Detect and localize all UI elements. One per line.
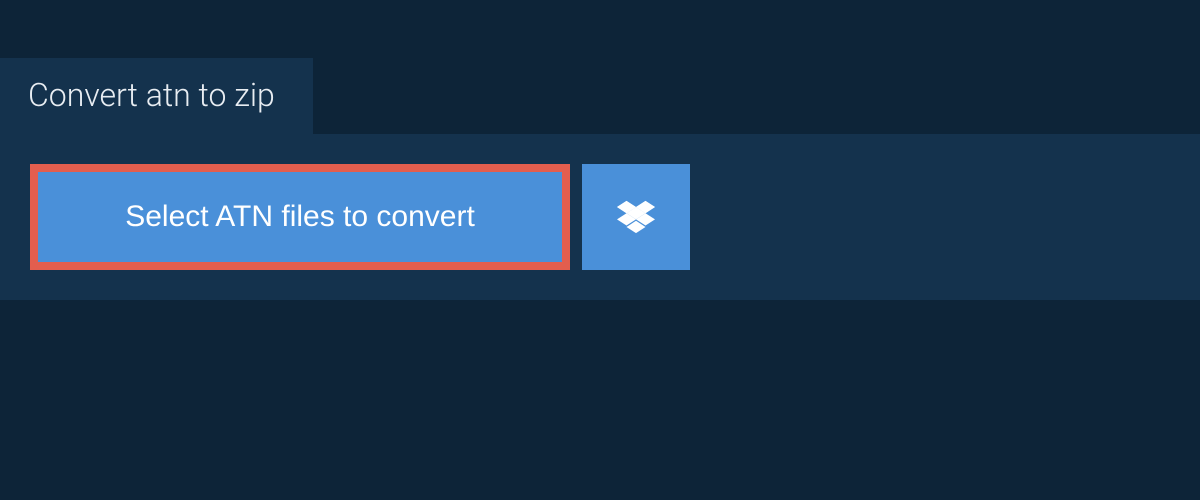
dropbox-icon: [617, 200, 655, 234]
tab-bar: Convert atn to zip: [0, 0, 1200, 134]
tab-label: Convert atn to zip: [28, 76, 275, 114]
tab-convert-atn-to-zip[interactable]: Convert atn to zip: [0, 58, 313, 134]
dropbox-button[interactable]: [582, 164, 690, 270]
button-row: Select ATN files to convert: [30, 164, 1170, 270]
select-files-button[interactable]: Select ATN files to convert: [30, 164, 570, 270]
converter-panel: Select ATN files to convert: [0, 134, 1200, 300]
select-files-label: Select ATN files to convert: [125, 200, 475, 234]
